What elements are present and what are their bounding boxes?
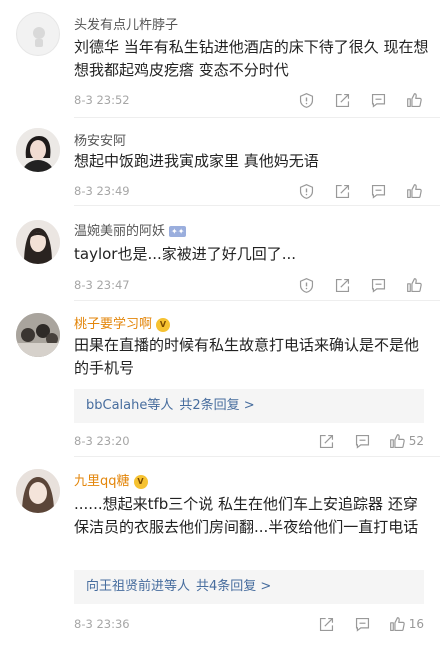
avatar[interactable] [16, 12, 60, 56]
username-text[interactable]: 桃子要学习啊 [74, 317, 152, 332]
like-button[interactable]: 52 [389, 433, 424, 450]
report-icon[interactable] [296, 275, 316, 295]
like-icon[interactable] [404, 90, 424, 110]
comment-icon[interactable] [368, 90, 388, 110]
replies-link[interactable]: bbCalahe等人 共2条回复 > [74, 389, 424, 423]
username[interactable]: 头发有点儿杵脖子 [74, 14, 178, 33]
like-count: 52 [408, 434, 424, 448]
like-icon[interactable] [389, 433, 406, 450]
comment-item: 头发有点儿杵脖子 刘德华 当年有私生钻进他酒店的床下待了很久 现在想想我都起鸡皮… [0, 0, 440, 118]
share-icon[interactable] [332, 275, 352, 295]
comment-item: 桃子要学习啊 V 田果在直播的时候有私生故意打电话来确认是不是他的手机号 bbCa… [0, 301, 440, 456]
replies-link[interactable]: 向王祖贤前进等人 共4条回复 > [74, 570, 424, 604]
comment-icon[interactable] [368, 275, 388, 295]
comment-icon[interactable] [368, 181, 388, 201]
replies-count[interactable]: 共4条回复 > [196, 579, 271, 594]
report-icon[interactable] [296, 181, 316, 201]
comment-actions [280, 275, 424, 295]
comment-text: 刘德华 当年有私生钻进他酒店的床下待了很久 现在想想我都起鸡皮疙瘩 变态不分时代 [74, 38, 429, 79]
username[interactable]: 九里qq糖 V [74, 470, 148, 489]
comment-item: 温婉美丽的阿妖 ✦✦ taylor也是...家被进了好几回了... 8-3 23:… [0, 206, 440, 301]
like-count: 16 [408, 617, 424, 631]
comment-item: 九里qq糖 V ......想起来tfb三个说 私生在他们车上安追踪器 还穿保洁员… [0, 457, 440, 645]
comment-item: 杨安安阿 想起中饭跑进我寅成家里 真他妈无语 8-3 23:49 [0, 118, 440, 205]
like-icon[interactable] [404, 181, 424, 201]
comment-icon[interactable] [353, 614, 373, 634]
comment-text: 想起中饭跑进我寅成家里 真他妈无语 [74, 152, 319, 170]
username[interactable]: 桃子要学习啊 V [74, 313, 171, 332]
comment-actions: 16 [301, 614, 424, 634]
comment-time: 8-3 23:49 [74, 184, 130, 198]
share-icon[interactable] [332, 181, 352, 201]
vip-icon: V [156, 317, 171, 332]
vip-icon: V [133, 474, 148, 489]
comment-time: 8-3 23:47 [74, 278, 130, 292]
avatar[interactable] [16, 220, 60, 264]
comment-actions [280, 90, 424, 110]
share-icon[interactable] [317, 614, 337, 634]
member-badge-icon: ✦✦ [169, 226, 187, 237]
username[interactable]: 温婉美丽的阿妖 ✦✦ [74, 220, 187, 239]
like-icon[interactable] [404, 275, 424, 295]
like-icon[interactable] [389, 616, 406, 633]
comment-icon[interactable] [353, 431, 373, 451]
username-text[interactable]: 温婉美丽的阿妖 [74, 224, 165, 239]
comment-time: 8-3 23:20 [74, 434, 130, 448]
avatar[interactable] [16, 128, 60, 172]
username-text[interactable]: 九里qq糖 [74, 474, 130, 489]
like-button[interactable]: 16 [389, 616, 424, 633]
comment-text: ......想起来tfb三个说 私生在他们车上安追踪器 还穿保洁员的衣服去他们房… [74, 495, 419, 536]
avatar[interactable] [16, 469, 60, 513]
replies-users[interactable]: 向王祖贤前进等人 [86, 579, 190, 594]
share-icon[interactable] [317, 431, 337, 451]
comment-text: taylor也是...家被进了好几回了... [74, 245, 297, 263]
avatar[interactable] [16, 313, 60, 357]
comment-actions [280, 181, 424, 201]
comment-text: 田果在直播的时候有私生故意打电话来确认是不是他的手机号 [74, 336, 420, 377]
username[interactable]: 杨安安阿 [74, 130, 126, 149]
report-icon[interactable] [296, 90, 316, 110]
replies-users[interactable]: bbCalahe等人 [86, 398, 173, 413]
replies-count[interactable]: 共2条回复 > [179, 398, 254, 413]
comment-actions: 52 [301, 431, 424, 451]
comment-time: 8-3 23:52 [74, 93, 130, 107]
comment-time: 8-3 23:36 [74, 617, 130, 631]
share-icon[interactable] [332, 90, 352, 110]
